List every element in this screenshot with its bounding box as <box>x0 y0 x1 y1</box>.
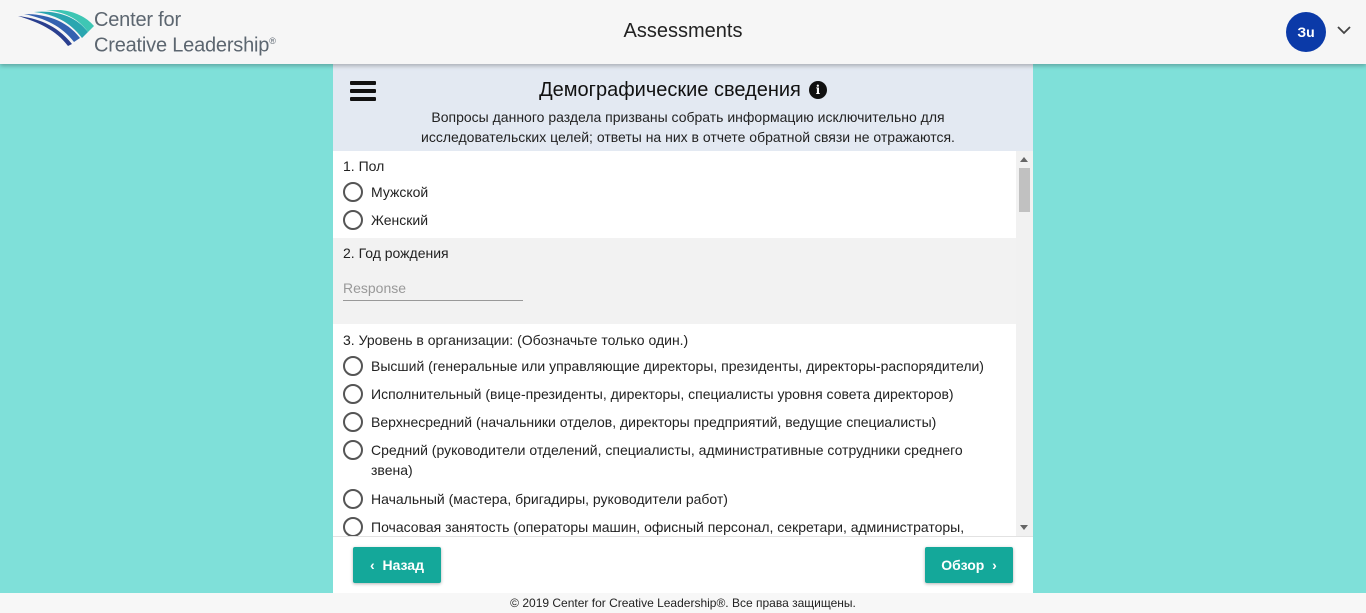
option-label: Почасовая занятость (операторы машин, оф… <box>371 519 965 535</box>
option-label: Высший (генеральные или управляющие дире… <box>371 358 984 374</box>
option-label: Мужской <box>371 184 429 200</box>
question-birth-year: 2. Год рождения Response <box>333 238 1016 324</box>
chevron-right-icon: › <box>992 557 997 573</box>
info-icon[interactable]: i <box>808 81 827 99</box>
question-label: 3. Уровень в организации: (Обозначьте то… <box>343 332 689 348</box>
radio-button[interactable] <box>343 384 363 404</box>
radio-button[interactable] <box>343 210 363 230</box>
scrollbar-thumb[interactable] <box>1019 168 1030 212</box>
copyright-footer: © 2019 Center for Creative Leadership®. … <box>0 593 1366 613</box>
review-button-label: Обзор <box>941 557 985 573</box>
radio-option[interactable]: Исполнительный (вице-президенты, директо… <box>343 384 1006 404</box>
radio-option[interactable]: Мужской <box>343 182 1006 202</box>
question-label: 1. Пол <box>343 158 385 174</box>
radio-option[interactable]: Верхнесредний (начальники отделов, дирек… <box>343 412 1006 432</box>
radio-button[interactable] <box>343 489 363 509</box>
app-title: Assessments <box>623 20 743 42</box>
scroll-up-arrow-icon[interactable] <box>1020 157 1028 162</box>
section-description: Вопросы данного раздела призваны собрать… <box>421 109 955 145</box>
radio-button[interactable] <box>343 440 363 460</box>
birth-year-input[interactable]: Response <box>343 280 523 301</box>
section-header: Демографические сведения i Вопросы данног… <box>333 64 1033 151</box>
option-label: Верхнесредний (начальники отделов, дирек… <box>371 414 937 430</box>
vertical-scrollbar[interactable] <box>1016 151 1033 536</box>
back-button[interactable]: ‹ Назад <box>353 547 441 583</box>
user-avatar[interactable]: Зu <box>1286 12 1326 52</box>
radio-button[interactable] <box>343 356 363 376</box>
radio-button[interactable] <box>343 182 363 202</box>
top-bar: Center for Creative Leadership® Assessme… <box>0 0 1366 64</box>
option-label: Исполнительный (вице-президенты, директо… <box>371 386 954 402</box>
section-title-text: Демографические сведения <box>539 79 801 101</box>
navigation-bar: ‹ Назад Обзор › <box>333 536 1033 593</box>
radio-button[interactable] <box>343 412 363 432</box>
radio-button[interactable] <box>343 517 363 536</box>
review-button[interactable]: Обзор › <box>925 547 1013 583</box>
radio-option[interactable]: Средний (руководители отделений, специал… <box>343 440 993 480</box>
back-button-label: Назад <box>382 557 424 573</box>
chevron-left-icon: ‹ <box>370 557 375 573</box>
radio-option[interactable]: Женский <box>343 210 1006 230</box>
assessment-panel: Демографические сведения i Вопросы данног… <box>333 64 1033 593</box>
chevron-down-icon[interactable] <box>1336 22 1352 38</box>
option-label: Средний (руководители отделений, специал… <box>371 442 963 478</box>
questions-scroll-area: 1. Пол Мужской Женский 2. Год рождения R… <box>333 151 1016 536</box>
question-org-level: 3. Уровень в организации: (Обозначьте то… <box>333 324 1016 536</box>
question-gender: 1. Пол Мужской Женский <box>333 151 1016 238</box>
radio-option[interactable]: Высший (генеральные или управляющие дире… <box>343 356 1006 376</box>
radio-option[interactable]: Начальный (мастера, бригадиры, руководит… <box>343 489 1006 509</box>
section-title: Демографические сведения i <box>333 79 1033 102</box>
question-label: 2. Год рождения <box>343 245 449 261</box>
radio-option[interactable]: Почасовая занятость (операторы машин, оф… <box>343 517 1006 536</box>
option-label: Женский <box>371 212 429 228</box>
scroll-down-arrow-icon[interactable] <box>1020 525 1028 530</box>
option-label: Начальный (мастера, бригадиры, руководит… <box>371 491 728 507</box>
